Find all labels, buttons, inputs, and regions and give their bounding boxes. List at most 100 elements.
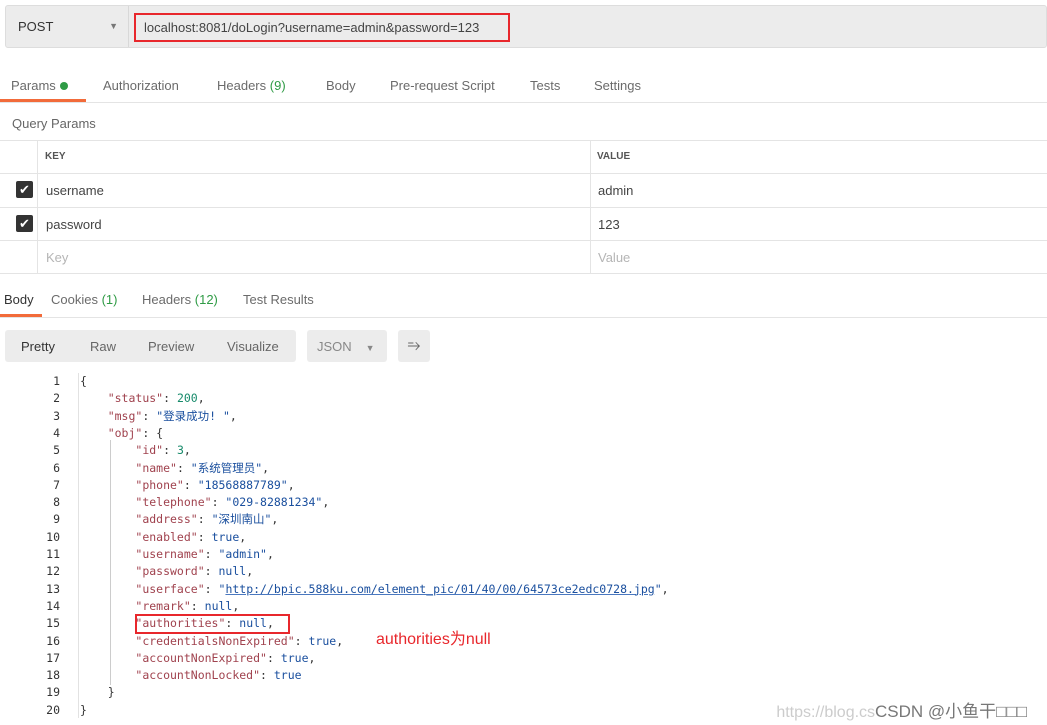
code-token: "enabled": [135, 529, 198, 544]
code-token: ,: [229, 408, 237, 423]
checkbox-checked-icon[interactable]: ✔: [16, 181, 33, 198]
watermark: https://blog.csCSDN @小鱼干□□□: [776, 702, 1027, 721]
code-token: ,: [661, 581, 669, 596]
tab-response-headers[interactable]: Headers (12): [142, 292, 218, 307]
preview-button[interactable]: Preview: [148, 339, 194, 354]
code-text: "userface": "http://bpic.588ku.com/eleme…: [80, 581, 669, 598]
url-input[interactable]: localhost:8081/doLogin?username=admin&pa…: [134, 13, 510, 42]
line-number: 20: [46, 702, 60, 717]
code-token: :: [204, 581, 219, 596]
code-token: {: [80, 374, 87, 388]
tab-test-results[interactable]: Test Results: [243, 292, 314, 307]
tab-settings[interactable]: Settings: [594, 78, 641, 93]
code-text: "password": null,: [80, 563, 253, 580]
wrap-lines-icon[interactable]: ⥱: [398, 330, 430, 362]
url-link[interactable]: http://bpic.588ku.com/element_pic/01/40/…: [225, 582, 654, 596]
active-dot-icon: [59, 82, 68, 90]
code-token: }: [80, 702, 87, 717]
request-bar: POST ▼ localhost:8081/doLogin?username=ad…: [5, 5, 1047, 48]
code-token: ,: [271, 512, 279, 527]
chevron-down-icon: ▼: [365, 343, 375, 353]
code-token: "accountNonLocked": [135, 668, 261, 683]
indent-guide: [110, 440, 111, 685]
line-number: 5: [53, 443, 60, 458]
response-code-editor[interactable]: 1{2 "status": 200, 3 "msg": "登录成功! ", 4 "o…: [0, 373, 1047, 725]
code-token: true: [280, 650, 309, 665]
code-token: : {: [142, 425, 164, 440]
code-token: true: [273, 668, 302, 683]
raw-button[interactable]: Raw: [90, 339, 116, 354]
line-number: 1: [53, 374, 60, 388]
code-text: "credentialsNonExpired": true,: [80, 633, 343, 650]
code-token: "status": [107, 391, 164, 406]
code-token: :: [190, 598, 205, 613]
line-number: 8: [53, 495, 60, 510]
code-token: ,: [262, 460, 270, 475]
new-value-input[interactable]: Value: [598, 250, 630, 265]
checkbox-checked-icon[interactable]: ✔: [16, 215, 33, 232]
code-token: :: [163, 443, 177, 458]
tab-body[interactable]: Body: [326, 78, 356, 93]
tab-authorization[interactable]: Authorization: [103, 78, 179, 93]
param-value[interactable]: admin: [598, 183, 633, 198]
code-token: "msg": [107, 408, 143, 423]
tab-cookies[interactable]: Cookies (1): [51, 292, 117, 307]
code-token: "telephone": [135, 495, 212, 510]
method-select[interactable]: POST ▼: [6, 6, 129, 47]
tab-tests[interactable]: Tests: [530, 78, 560, 93]
code-token: "深圳南山": [211, 512, 272, 527]
code-token: :: [183, 477, 198, 492]
code-text: "obj": {: [80, 425, 163, 442]
code-token: "name": [135, 460, 177, 475]
method-label: POST: [18, 19, 54, 34]
code-token: "credentialsNonExpired": [135, 633, 295, 648]
line-number: 9: [53, 512, 60, 527]
code-token: :: [197, 529, 212, 544]
code-token: ,: [266, 547, 274, 561]
code-token: :: [176, 460, 191, 475]
code-text: "status": 200,: [80, 390, 205, 407]
tab-response-body[interactable]: Body: [4, 292, 34, 307]
code-token: :: [204, 564, 219, 579]
new-key-input[interactable]: Key: [46, 250, 68, 265]
code-token: "username": [135, 547, 205, 561]
line-number: 13: [46, 581, 60, 596]
line-number: 19: [46, 685, 60, 700]
code-token: 3: [176, 443, 184, 458]
format-select[interactable]: JSON ▼: [307, 330, 387, 362]
tab-pre-request-script[interactable]: Pre-request Script: [390, 78, 495, 93]
code-token: ,: [322, 495, 330, 510]
key-column-header: KEY: [45, 151, 66, 162]
code-token: "登录成功! ": [156, 408, 230, 423]
line-number: 4: [53, 425, 60, 440]
tab-headers[interactable]: Headers (9): [217, 78, 286, 93]
chevron-down-icon: ▼: [109, 21, 118, 31]
code-token: "029-82881234": [225, 495, 323, 510]
code-text: "remark": null,: [80, 598, 239, 615]
param-key[interactable]: username: [46, 183, 104, 198]
code-token: ,: [197, 391, 205, 406]
param-value[interactable]: 123: [598, 217, 620, 232]
code-token: "password": [135, 564, 205, 579]
view-mode-group: Pretty Raw Preview Visualize: [5, 330, 296, 362]
line-number: 6: [53, 460, 60, 475]
line-number: 10: [46, 529, 60, 544]
code-token: "address": [135, 512, 198, 527]
pretty-button[interactable]: Pretty: [21, 339, 55, 354]
code-text: "name": "系统管理员",: [80, 460, 269, 477]
code-token: "phone": [135, 477, 184, 492]
param-key[interactable]: password: [46, 217, 102, 232]
code-text: "msg": "登录成功! ",: [80, 408, 237, 425]
tab-params[interactable]: Params: [11, 78, 68, 93]
code-token: :: [211, 495, 226, 510]
code-token: :: [197, 512, 212, 527]
visualize-button[interactable]: Visualize: [227, 339, 279, 354]
